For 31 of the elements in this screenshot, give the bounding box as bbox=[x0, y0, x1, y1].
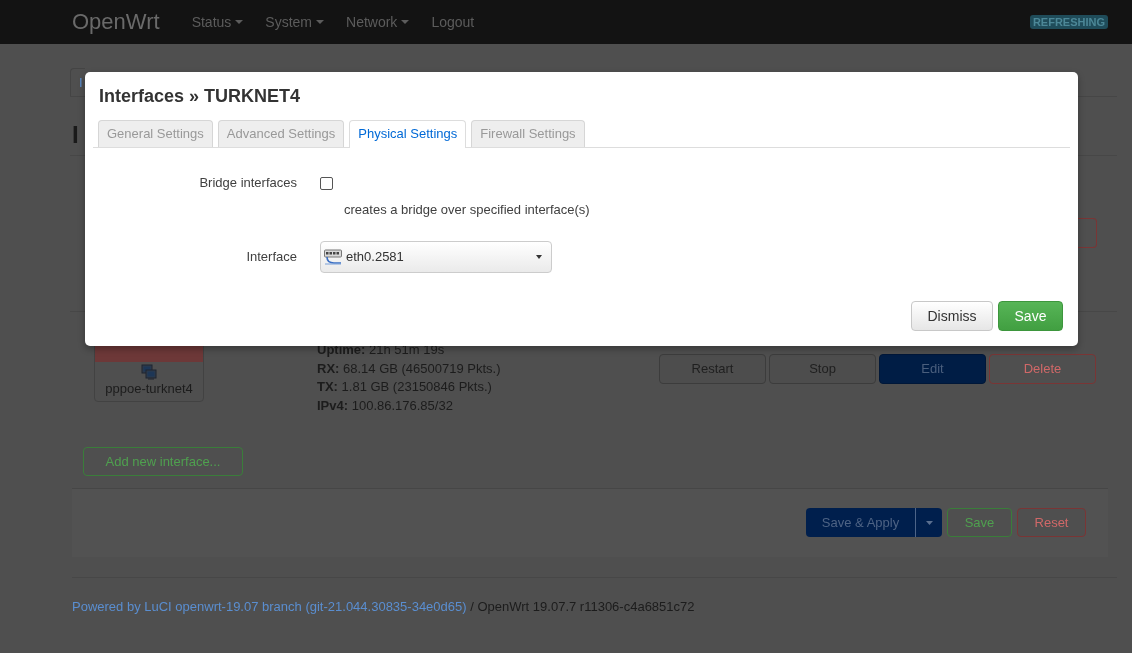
settings-tab[interactable]: Advanced Settings bbox=[217, 120, 345, 147]
page-tab[interactable]: I bbox=[70, 68, 85, 96]
interface-select[interactable]: eth0.2581 bbox=[320, 241, 552, 273]
nav-menu-item[interactable]: Logout bbox=[420, 12, 486, 32]
add-interface-button[interactable]: Add new interface... bbox=[83, 447, 243, 476]
status-badge: REFRESHING bbox=[1029, 15, 1108, 29]
interface-action-button[interactable]: Delete bbox=[989, 354, 1096, 384]
field-label: Bridge interfaces bbox=[198, 174, 297, 192]
page-action-button[interactable]: Save bbox=[947, 508, 1012, 537]
network-switch-icon bbox=[324, 249, 342, 265]
settings-tab[interactable]: Firewall Settings bbox=[471, 120, 585, 147]
caret-icon bbox=[536, 255, 542, 259]
save-apply-button[interactable]: Save & Apply bbox=[806, 508, 915, 537]
modal-title: Interfaces » TURKNET4 bbox=[99, 85, 301, 107]
field-description: creates a bridge over specified interface(s) bbox=[344, 201, 590, 219]
modal-button[interactable]: Save bbox=[998, 301, 1063, 331]
nav-menu-item[interactable]: Status bbox=[180, 12, 255, 32]
brand-link[interactable]: OpenWrt bbox=[72, 9, 160, 35]
page-action-button[interactable]: Reset bbox=[1017, 508, 1086, 537]
bridge-checkbox[interactable] bbox=[320, 176, 333, 190]
dropdown-toggle-button[interactable] bbox=[915, 508, 942, 537]
interface-action-button[interactable]: Edit bbox=[879, 354, 986, 384]
luci-link[interactable]: Powered by LuCI openwrt-19.07 branch (git-21.044.30835-34e0d65) bbox=[72, 599, 467, 614]
settings-tab[interactable]: Physical Settings bbox=[349, 120, 467, 148]
settings-tab[interactable]: General Settings bbox=[98, 120, 213, 147]
monitors-icon bbox=[141, 364, 157, 380]
nav-menu-item[interactable]: Network bbox=[335, 12, 421, 32]
modal-button[interactable]: Dismiss bbox=[911, 301, 993, 331]
caret-icon bbox=[925, 520, 933, 525]
nav-menu-item[interactable]: System bbox=[254, 12, 335, 32]
field-label: Interface bbox=[245, 248, 297, 266]
